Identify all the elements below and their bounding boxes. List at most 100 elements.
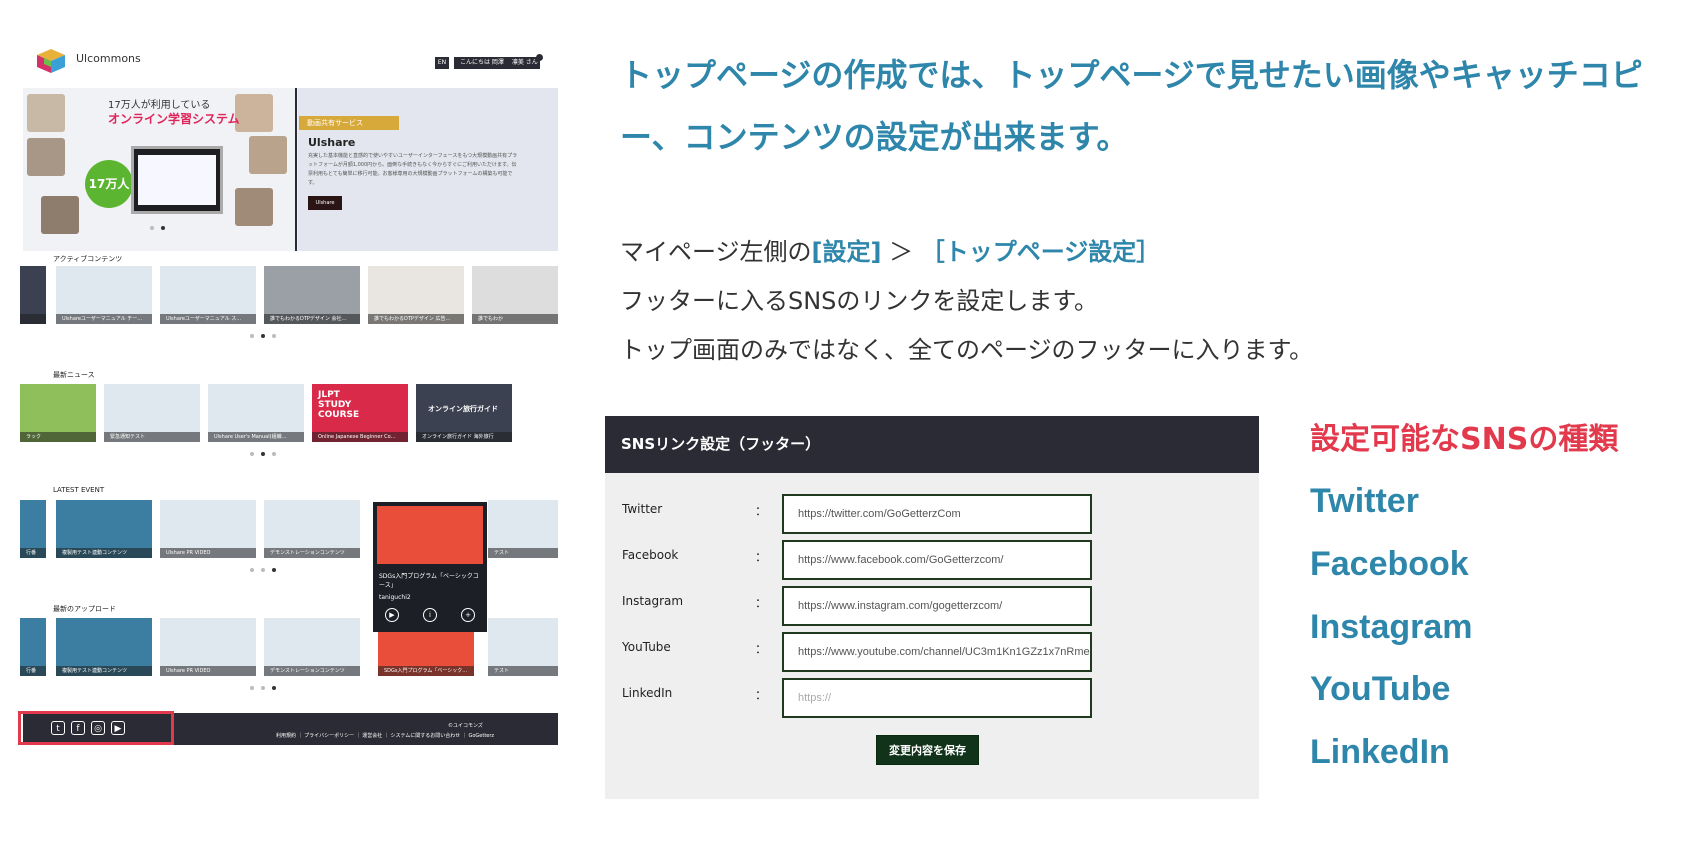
hero-description: 充実した基本機能と直感的で使いやすいユーザーインターフェースをもつ大規模動画共有… — [308, 153, 518, 186]
footer-links[interactable]: 利用規約 ｜ プライバシーポリシー ｜ 運営会社 ｜ システムに関するお問い合わ… — [276, 732, 494, 739]
panel-title: SNSリンク設定（フッター） — [605, 416, 1259, 473]
content-carousel: Ulshareユーザーマニュアル チー… Ulshareユーザーマニュアル ス…… — [18, 266, 558, 326]
sns-link-settings-panel: SNSリンク設定（フッター） Twitter ： https://twitter… — [605, 416, 1259, 799]
section-title: 最新のアップロード — [53, 605, 116, 613]
sns-type-item: LinkedIn — [1310, 733, 1450, 771]
carousel-pager[interactable] — [250, 452, 276, 458]
content-tile[interactable]: Ulshare User's Manual(組織… — [208, 384, 304, 442]
play-icon[interactable]: ▶ — [385, 608, 399, 622]
instruction-line-2: フッターに入るSNSのリンクを設定します。 — [620, 287, 1099, 315]
hero-photo — [41, 196, 79, 234]
content-tile[interactable]: 誰でもわかるDTPデザイン 広告… — [368, 266, 464, 324]
hero-main-copy: オンライン学習システム — [108, 112, 240, 126]
popup-title: SDGs入門プログラム「ベーシックコース」 — [379, 573, 479, 589]
hero-tag: 動画共有サービス — [299, 116, 399, 130]
carousel-pager[interactable] — [250, 334, 276, 340]
content-tile[interactable]: 緊急通知テスト — [104, 384, 200, 442]
sns-type-item: Instagram — [1310, 608, 1473, 646]
content-tile[interactable]: 複製用テスト連動コンテンツ — [56, 500, 152, 558]
info-icon[interactable]: i — [423, 608, 437, 622]
content-hover-popup[interactable]: SDGs入門プログラム「ベーシックコース」 taniguchi2 ▶ i + — [373, 502, 487, 632]
notification-badge — [536, 54, 543, 61]
hero-button[interactable]: Ulshare — [308, 196, 342, 210]
footer-sns-icons: t f ◎ ▶ — [51, 721, 125, 735]
field-colon: ： — [755, 550, 768, 564]
instruction-line-1: マイページ左側の[設定] ＞ ［トップページ設定］ — [620, 228, 1313, 277]
hero-photo — [27, 94, 65, 132]
content-tile[interactable]: オンライン旅行ガイド オンライン旅行ガイド 海外旅行 — [416, 384, 512, 442]
content-tile[interactable]: 行番 — [20, 500, 46, 558]
section-title: LATEST EVENT — [53, 486, 105, 494]
tile-text: オンライン旅行ガイド — [428, 405, 498, 413]
field-colon: ： — [755, 688, 768, 702]
content-tile[interactable]: テスト — [488, 500, 558, 558]
content-tile[interactable]: 行番 — [20, 618, 46, 676]
facebook-row: Facebook ： https://www.facebook.com/GoGe… — [605, 540, 1259, 580]
content-tile[interactable]: 複製用テスト連動コンテンツ — [56, 618, 152, 676]
content-tile[interactable]: 誰でもわかるDTPデザイン 会社… — [264, 266, 360, 324]
save-button[interactable]: 変更内容を保存 — [876, 735, 979, 765]
hero-badge: 17万人 — [85, 160, 133, 208]
add-icon[interactable]: + — [461, 608, 475, 622]
field-colon: ： — [755, 596, 768, 610]
content-tile[interactable]: ラック — [20, 384, 96, 442]
hero-photo — [27, 138, 65, 176]
field-label: Instagram — [622, 594, 684, 608]
carousel-pager[interactable] — [250, 568, 276, 574]
facebook-url-input[interactable]: https://www.facebook.com/GoGetterzcom/ — [782, 540, 1092, 580]
linkedin-url-input[interactable]: https:// — [782, 678, 1092, 718]
content-tile[interactable]: テスト — [488, 618, 558, 676]
content-tile[interactable]: Ulshare PR VIDEO — [160, 500, 256, 558]
twitter-icon[interactable]: t — [51, 721, 65, 735]
instruction-text: マイページ左側の — [620, 238, 812, 266]
site-screenshot: Ulcommons EN こんにちは 岡澤 凛美 さん ▽ 17万人が利用してい… — [18, 40, 558, 824]
content-tile[interactable]: Ulshare PR VIDEO — [160, 618, 256, 676]
site-header: Ulcommons EN こんにちは 岡澤 凛美 さん ▽ — [18, 40, 558, 86]
menu-path-settings: [設定] — [811, 238, 882, 266]
content-tile[interactable]: 誰でもわか — [472, 266, 558, 324]
twitter-url-input[interactable]: https://twitter.com/GoGetterzCom — [782, 494, 1092, 534]
laptop-illustration — [131, 146, 223, 214]
hero-divider — [295, 88, 297, 251]
content-tile[interactable]: デモンストレーションコンテンツ — [264, 500, 360, 558]
hero-photo — [235, 188, 273, 226]
page-headline: トップページの作成では、トップページで見せたい画像やキャッチコピー、コンテンツの… — [620, 56, 1643, 156]
section-title: アクティブコンテンツ — [53, 255, 123, 263]
sns-type-item: YouTube — [1310, 670, 1451, 708]
youtube-icon[interactable]: ▶ — [111, 721, 125, 735]
instagram-icon[interactable]: ◎ — [91, 721, 105, 735]
popup-user: taniguchi2 — [379, 594, 411, 601]
sns-types-title: 設定可能なSNSの種類 — [1310, 422, 1619, 457]
content-carousel: ラック 緊急通知テスト Ulshare User's Manual(組織… JL… — [18, 384, 558, 444]
content-tile[interactable]: デモンストレーションコンテンツ — [264, 618, 360, 676]
content-tile[interactable]: Ulshareユーザーマニュアル ス… — [160, 266, 256, 324]
instagram-row: Instagram ： https://www.instagram.com/go… — [605, 586, 1259, 626]
field-label: Twitter — [622, 502, 663, 516]
field-label: LinkedIn — [622, 686, 673, 700]
youtube-url-input[interactable]: https://www.youtube.com/channel/UC3m1Kn1… — [782, 632, 1092, 672]
field-colon: ： — [755, 504, 768, 518]
hero-pager[interactable] — [150, 226, 165, 232]
hero-photo — [235, 94, 273, 132]
instagram-url-input[interactable]: https://www.instagram.com/gogetterzcom/ — [782, 586, 1092, 626]
sns-type-item: Twitter — [1310, 482, 1419, 520]
user-menu-button[interactable]: こんにちは 岡澤 凛美 さん ▽ — [454, 57, 540, 69]
language-button[interactable]: EN — [435, 57, 449, 69]
content-tile[interactable]: JLPT STUDY COURSE Online Japanese Beginn… — [312, 384, 408, 442]
content-tile[interactable] — [20, 266, 46, 324]
field-colon: ： — [755, 642, 768, 656]
youtube-row: YouTube ： https://www.youtube.com/channe… — [605, 632, 1259, 672]
sns-type-item: Facebook — [1310, 545, 1469, 583]
content-tile[interactable]: Ulshareユーザーマニュアル チー… — [56, 266, 152, 324]
tile-text: JLPT STUDY COURSE — [318, 390, 360, 420]
hero-photo — [249, 136, 287, 174]
logo-text: Ulcommons — [76, 52, 141, 65]
facebook-icon[interactable]: f — [71, 721, 85, 735]
instructions: マイページ左側の[設定] ＞ ［トップページ設定］ フッターに入るSNSのリンク… — [620, 228, 1313, 375]
hero-banner[interactable]: 17万人が利用している オンライン学習システム 17万人 動画共有サービス Ul… — [23, 88, 558, 251]
hero-title: Ulshare — [308, 136, 356, 149]
footer-copyright: ©ユイコモンズ — [448, 723, 483, 729]
logo-cube-icon — [37, 49, 65, 73]
instruction-line-3: トップ画面のみではなく、全てのページのフッターに入ります。 — [620, 336, 1314, 364]
carousel-pager[interactable] — [250, 686, 276, 692]
